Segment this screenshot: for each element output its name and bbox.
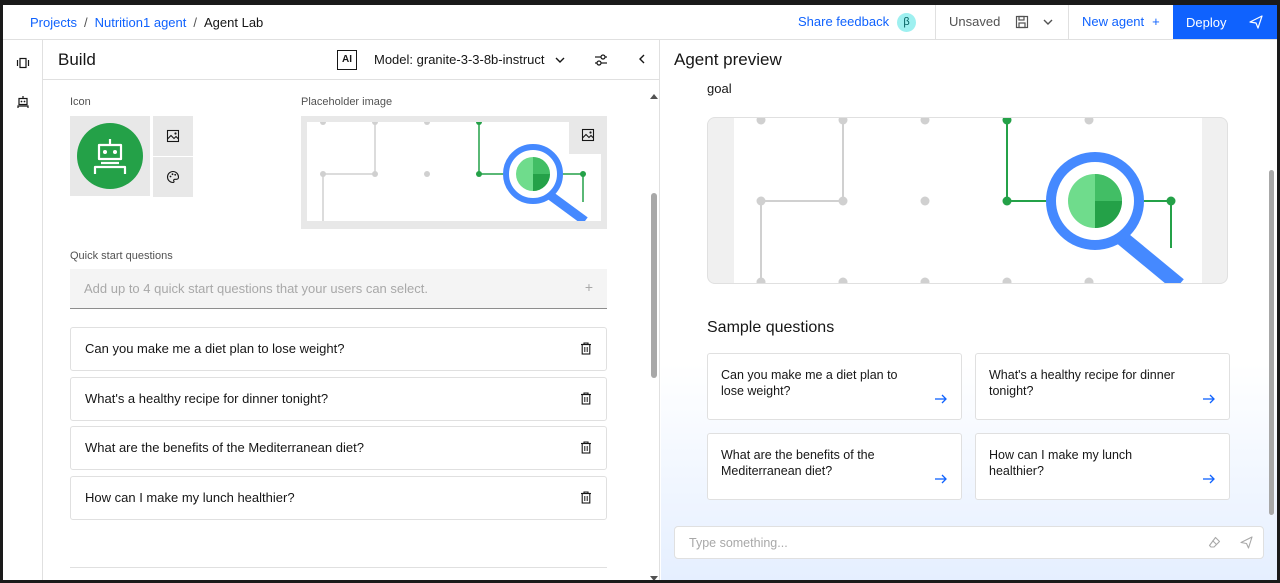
scroll-up-icon[interactable]: [650, 87, 658, 102]
trash-icon[interactable]: [580, 491, 592, 507]
send-icon[interactable]: [1240, 536, 1253, 552]
agent-preview-panel: Agent preview goal Sample questions Can …: [661, 40, 1277, 580]
add-question-button[interactable]: +: [585, 279, 593, 295]
placeholder-image-label: Placeholder image: [301, 96, 393, 108]
save-icon[interactable]: [1015, 15, 1029, 29]
build-scrollbar[interactable]: [648, 83, 660, 580]
preview-title: Agent preview: [674, 50, 782, 69]
divider: [1068, 5, 1069, 40]
preview-image: [734, 118, 1202, 283]
image-icon: [166, 129, 180, 143]
placeholder-image: [307, 122, 601, 221]
preview-header: Agent preview: [661, 40, 1277, 80]
question-item: What's a healthy recipe for dinner tonig…: [70, 377, 607, 421]
arrow-right-icon: [934, 473, 948, 488]
upload-image-button[interactable]: [153, 116, 193, 156]
build-panel: Build AI Model: granite-3-3-8b-instruct …: [43, 40, 660, 580]
sample-question-text: How can I make my lunch healthier?: [989, 448, 1133, 478]
question-text: What are the benefits of the Mediterrane…: [85, 440, 364, 455]
sample-question-card[interactable]: What's a healthy recipe for dinner tonig…: [975, 353, 1230, 420]
palette-icon: [167, 170, 180, 184]
arrow-right-icon: [1202, 393, 1216, 408]
build-header: Build AI Model: granite-3-3-8b-instruct: [43, 40, 660, 80]
trash-icon[interactable]: [580, 441, 592, 457]
eraser-icon[interactable]: [1208, 536, 1221, 552]
arrow-right-icon: [934, 393, 948, 408]
robot-icon: [93, 139, 127, 174]
trash-icon[interactable]: [580, 392, 592, 408]
app-window: Projects / Nutrition1 agent / Agent Lab …: [3, 5, 1277, 580]
upload-placeholder-button[interactable]: [569, 116, 607, 154]
chevron-down-icon[interactable]: [553, 53, 567, 70]
chevron-left-icon[interactable]: [635, 52, 649, 69]
placeholder-image-frame: [301, 116, 607, 229]
agent-avatar: [77, 123, 143, 189]
breadcrumb-agent[interactable]: Nutrition1 agent: [95, 15, 187, 30]
left-rail: [3, 40, 43, 580]
question-text: How can I make my lunch healthier?: [85, 490, 295, 505]
breadcrumb-projects[interactable]: Projects: [30, 15, 77, 30]
preview-image-frame: [707, 117, 1228, 284]
build-body: Icon Placeholder image Quick start quest…: [43, 80, 660, 580]
breadcrumb-separator: /: [193, 15, 197, 30]
question-item: How can I make my lunch healthier?: [70, 476, 607, 520]
arrow-right-icon: [1202, 473, 1216, 488]
goal-text: goal: [707, 81, 732, 96]
scroll-down-icon[interactable]: [650, 570, 658, 580]
quick-start-input-wrapper: +: [70, 269, 607, 309]
sample-question-card[interactable]: What are the benefits of the Mediterrane…: [707, 433, 962, 500]
sample-question-text: Can you make me a diet plan to lose weig…: [721, 368, 898, 398]
new-agent-button[interactable]: New agent +: [1082, 14, 1160, 29]
sample-question-text: What's a healthy recipe for dinner tonig…: [989, 368, 1175, 398]
save-status: Unsaved: [949, 14, 1001, 29]
model-selector[interactable]: Model: granite-3-3-8b-instruct: [374, 52, 545, 67]
question-item: Can you make me a diet plan to lose weig…: [70, 327, 607, 371]
plus-icon: +: [1152, 14, 1160, 29]
chat-input[interactable]: [675, 527, 1185, 558]
compare-icon[interactable]: [16, 56, 30, 70]
share-feedback-link[interactable]: Share feedback: [798, 14, 889, 29]
icon-label: Icon: [70, 96, 91, 108]
chevron-down-icon[interactable]: [1041, 15, 1055, 29]
agent-bot-icon[interactable]: [16, 95, 30, 109]
beta-badge: β: [897, 13, 916, 32]
question-item: What are the benefits of the Mediterrane…: [70, 426, 607, 470]
settings-adjust-icon[interactable]: [593, 52, 609, 71]
top-bar: Projects / Nutrition1 agent / Agent Lab …: [3, 5, 1277, 40]
question-text: Can you make me a diet plan to lose weig…: [85, 341, 345, 356]
breadcrumb-separator: /: [83, 15, 88, 30]
new-agent-label: New agent: [1082, 14, 1145, 29]
quick-start-input[interactable]: [70, 269, 570, 308]
color-palette-button[interactable]: [153, 157, 193, 197]
send-icon: [1249, 15, 1263, 29]
breadcrumb: Projects / Nutrition1 agent / Agent Lab: [30, 5, 263, 40]
image-icon: [581, 128, 595, 142]
sample-question-card[interactable]: Can you make me a diet plan to lose weig…: [707, 353, 962, 420]
trash-icon[interactable]: [580, 342, 592, 358]
scrollbar-thumb[interactable]: [651, 193, 657, 378]
sample-question-text: What are the benefits of the Mediterrane…: [721, 448, 875, 478]
chat-input-wrapper: [674, 526, 1264, 559]
deploy-button[interactable]: Deploy: [1173, 5, 1277, 39]
ai-badge: AI: [337, 50, 357, 70]
divider: [70, 567, 607, 568]
breadcrumb-current: Agent Lab: [204, 15, 264, 30]
deploy-label: Deploy: [1186, 14, 1227, 30]
agent-icon-preview: [70, 116, 150, 196]
question-text: What's a healthy recipe for dinner tonig…: [85, 391, 329, 406]
preview-scrollbar-thumb[interactable]: [1269, 170, 1274, 515]
quick-start-label: Quick start questions: [70, 250, 173, 262]
sample-question-card[interactable]: How can I make my lunch healthier?: [975, 433, 1230, 500]
sample-questions-title: Sample questions: [707, 319, 835, 336]
build-title: Build: [58, 50, 96, 69]
divider: [935, 5, 936, 40]
